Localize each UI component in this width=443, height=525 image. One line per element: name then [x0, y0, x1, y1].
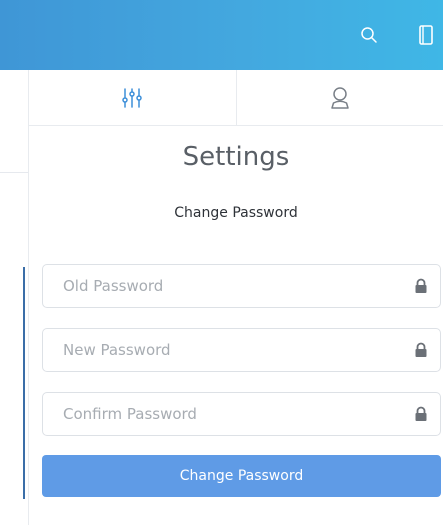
left-rail [0, 70, 28, 525]
user-icon [331, 86, 349, 109]
change-password-button[interactable]: Change Password [42, 455, 441, 497]
top-bar [0, 0, 443, 70]
rail-divider [0, 172, 28, 173]
tab-settings[interactable] [29, 70, 236, 125]
panel-toggle-icon [419, 25, 433, 45]
app-page: Settings Change Password Change Password [0, 0, 443, 525]
tab-profile[interactable] [235, 70, 443, 125]
lock-icon [415, 278, 427, 293]
change-password-heading: Change Password [174, 205, 298, 221]
new-password-field [42, 328, 441, 372]
panel-toggle-button[interactable] [414, 23, 438, 47]
sliders-icon [122, 87, 142, 108]
settings-panel: Settings Change Password Change Password [28, 70, 443, 525]
lock-icon [415, 342, 427, 357]
old-password-field [42, 264, 441, 308]
search-icon [361, 27, 377, 43]
confirm-password-field [42, 392, 441, 436]
confirm-password-input[interactable] [43, 393, 440, 435]
lock-icon [415, 406, 427, 421]
panel-tabs [29, 70, 443, 126]
old-password-input[interactable] [43, 265, 440, 307]
settings-title: Settings [182, 142, 290, 172]
search-button[interactable] [357, 23, 381, 47]
new-password-input[interactable] [43, 329, 440, 371]
rail-accent-bar [23, 267, 25, 499]
